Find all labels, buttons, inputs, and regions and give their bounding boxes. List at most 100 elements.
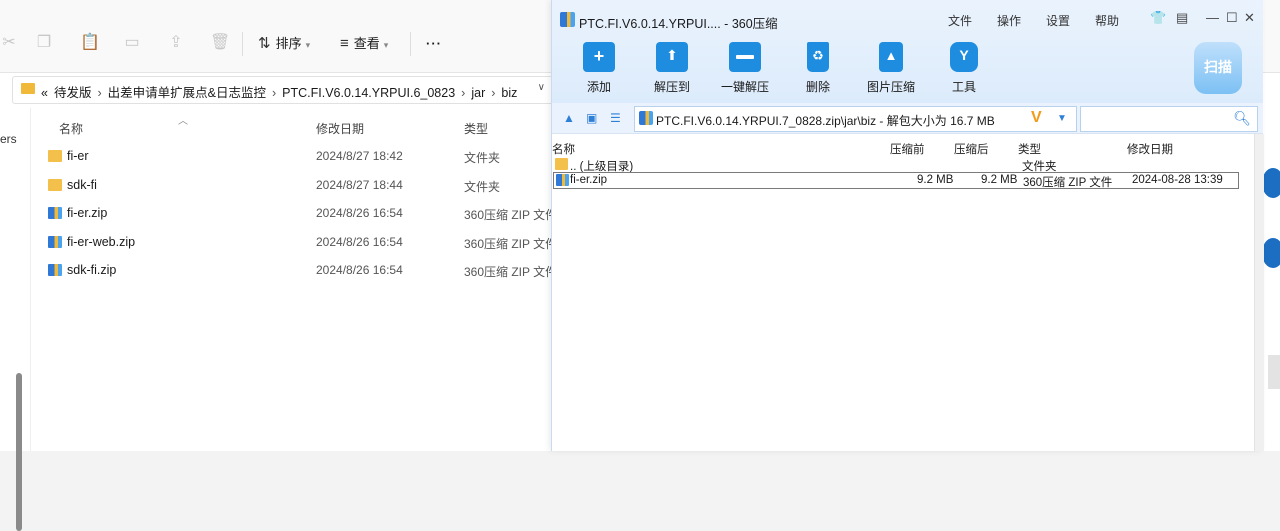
maximize-icon[interactable]: ☐ <box>1226 10 1238 26</box>
archive-search-input[interactable]: 🔍︎ <box>1080 106 1258 132</box>
breadcrumb-item[interactable]: jar <box>471 86 485 100</box>
file-type: 360压缩 ZIP 文件 <box>464 265 558 279</box>
file-date: 2024/8/26 16:54 <box>316 235 403 249</box>
search-icon[interactable]: 🔍︎ <box>1233 110 1251 127</box>
sort-button[interactable]: ⇅ 排序 ▾ <box>258 34 310 54</box>
minimize-icon[interactable]: — <box>1206 10 1219 25</box>
rename-icon[interactable]: ▭ <box>123 34 141 52</box>
tool-label: 删除 <box>805 80 830 94</box>
nav-item-label[interactable]: ers <box>0 132 17 146</box>
column-header-name[interactable]: 名称 <box>59 120 83 137</box>
breadcrumb-separator: › <box>271 86 277 100</box>
archive-file-list: 名称 压缩前 压缩后 类型 修改日期 .. (上级目录) 文件夹 fi-er.z… <box>552 134 1254 451</box>
row-type: 360压缩 ZIP 文件 <box>1023 177 1113 189</box>
copy-icon[interactable]: ❐ <box>35 34 53 52</box>
delete-icon[interactable]: 🗑 <box>210 34 230 52</box>
breadcrumb-separator: › <box>491 86 496 100</box>
view-label: 查看 <box>353 36 380 51</box>
file-name: sdk-fi.zip <box>67 263 117 277</box>
address-dropdown-icon[interactable]: ∨ <box>538 82 545 93</box>
column-header-type[interactable]: 类型 <box>464 120 488 137</box>
breadcrumb-item[interactable]: 出差申请单扩展点&日志监控 <box>108 86 266 100</box>
vip-badge-icon[interactable]: V <box>1031 109 1042 127</box>
tool-label: 解压到 <box>653 80 690 94</box>
breadcrumb-separator: › <box>461 86 466 100</box>
file-name: sdk-fi <box>67 178 97 192</box>
archive-path-field[interactable]: PTC.FI.V6.0.14.YRPUI.7_0828.zip\jar\biz … <box>634 106 1077 132</box>
file-date: 2024/8/27 18:42 <box>316 149 403 163</box>
share-icon[interactable]: ⇪ <box>167 34 185 52</box>
image-compress-icon: ▲ <box>879 42 903 72</box>
view-button[interactable]: ≡ 查看 ▾ <box>340 34 388 54</box>
image-compress-button[interactable]: ▲ 图片压缩 <box>863 42 919 95</box>
thumbnail-view-icon[interactable]: ▣ <box>586 111 597 125</box>
folder-icon <box>48 179 62 191</box>
file-row[interactable]: fi-er.zip 2024/8/26 16:54 360压缩 ZIP 文件 <box>44 200 558 226</box>
sort-ascending-icon: ︿ <box>178 116 188 127</box>
folder-icon <box>21 83 35 94</box>
one-click-extract-icon <box>729 42 761 72</box>
row-date: 2024-08-28 13:39 <box>1132 174 1223 186</box>
cut-icon[interactable]: ✂ <box>0 34 18 52</box>
background-app-badge <box>1262 168 1280 198</box>
skin-icon[interactable]: 👕 <box>1150 10 1166 26</box>
tool-label: 添加 <box>586 80 611 94</box>
paste-icon[interactable]: 📋 <box>80 34 100 52</box>
column-header-before[interactable]: 压缩前 <box>890 141 925 157</box>
add-button[interactable]: + 添加 <box>571 42 627 95</box>
up-arrow-icon[interactable]: ▲ <box>563 111 575 125</box>
menu-settings[interactable]: 设置 <box>1046 12 1070 29</box>
sort-icon: ⇅ <box>258 35 271 52</box>
column-header-date[interactable]: 修改日期 <box>316 120 364 137</box>
file-row[interactable]: fi-er 2024/8/27 18:42 文件夹 <box>44 143 554 169</box>
file-row[interactable]: sdk-fi 2024/8/27 18:44 文件夹 <box>44 172 554 198</box>
file-type: 360压缩 ZIP 文件 <box>464 237 558 251</box>
menu-file[interactable]: 文件 <box>948 12 972 29</box>
menu-operation[interactable]: 操作 <box>997 12 1021 29</box>
column-header-name[interactable]: 名称 <box>552 141 575 157</box>
list-view-icon[interactable]: ☰ <box>610 111 621 125</box>
more-options-button[interactable]: ··· <box>426 34 442 54</box>
archive-header: PTC.FI.V6.0.14.YRPUI.... - 360压缩 文件 操作 设… <box>552 0 1263 103</box>
column-header-date[interactable]: 修改日期 <box>1127 141 1173 157</box>
breadcrumb-overflow[interactable]: « <box>41 86 48 100</box>
tool-label: 图片压缩 <box>866 80 915 94</box>
zip-icon <box>639 111 653 125</box>
file-type: 360压缩 ZIP 文件 <box>464 208 558 222</box>
file-row[interactable]: sdk-fi.zip 2024/8/26 16:54 360压缩 ZIP 文件 <box>44 257 558 283</box>
view-icon: ≡ <box>340 35 349 52</box>
close-icon[interactable]: ✕ <box>1244 10 1255 26</box>
breadcrumb-item[interactable]: PTC.FI.V6.0.14.YRPUI.6_0823 <box>282 86 455 100</box>
one-click-extract-button[interactable]: 一键解压 <box>717 42 773 95</box>
folder-icon <box>555 158 568 170</box>
breadcrumb-item[interactable]: 待发版 <box>54 86 92 100</box>
menu-help[interactable]: 帮助 <box>1095 12 1119 29</box>
file-row[interactable]: fi-er-web.zip 2024/8/26 16:54 360压缩 ZIP … <box>44 229 558 255</box>
chevron-down-icon[interactable]: ▼ <box>1057 113 1067 124</box>
archive-row-parent[interactable]: .. (上级目录) 文件夹 <box>553 157 1237 173</box>
tool-label: 一键解压 <box>720 80 769 94</box>
archive-scrollbar[interactable] <box>1254 134 1264 451</box>
column-header-type[interactable]: 类型 <box>1018 141 1041 157</box>
archive-row[interactable]: fi-er.zip 9.2 MB 9.2 MB 360压缩 ZIP 文件 202… <box>553 172 1239 189</box>
nav-scrollbar[interactable] <box>16 373 22 531</box>
zip-icon <box>48 236 62 248</box>
address-bar[interactable]: « 待发版 › 出差申请单扩展点&日志监控 › PTC.FI.V6.0.14.YRPUI.… <box>12 76 554 104</box>
tools-button[interactable]: Y 工具 <box>936 42 992 95</box>
app-logo-icon <box>560 12 575 27</box>
file-type: 文件夹 <box>464 180 501 194</box>
archive-window: PTC.FI.V6.0.14.YRPUI.... - 360压缩 文件 操作 设… <box>551 0 1264 451</box>
background-app-badge <box>1262 238 1280 268</box>
scan-button[interactable]: 扫描 <box>1194 42 1242 94</box>
breadcrumb-item[interactable]: biz <box>501 86 517 100</box>
sort-label: 排序 <box>275 36 302 51</box>
zip-icon <box>48 207 62 219</box>
column-header-after[interactable]: 压缩后 <box>954 141 989 157</box>
delete-button[interactable]: ♻ 删除 <box>790 42 846 95</box>
tool-label: 工具 <box>951 80 976 94</box>
extract-to-button[interactable]: ⬆ 解压到 <box>644 42 700 95</box>
message-icon[interactable]: ▤ <box>1176 10 1188 26</box>
file-date: 2024/8/26 16:54 <box>316 206 403 220</box>
file-date: 2024/8/26 16:54 <box>316 263 403 277</box>
row-size-after: 9.2 MB <box>981 174 1018 186</box>
